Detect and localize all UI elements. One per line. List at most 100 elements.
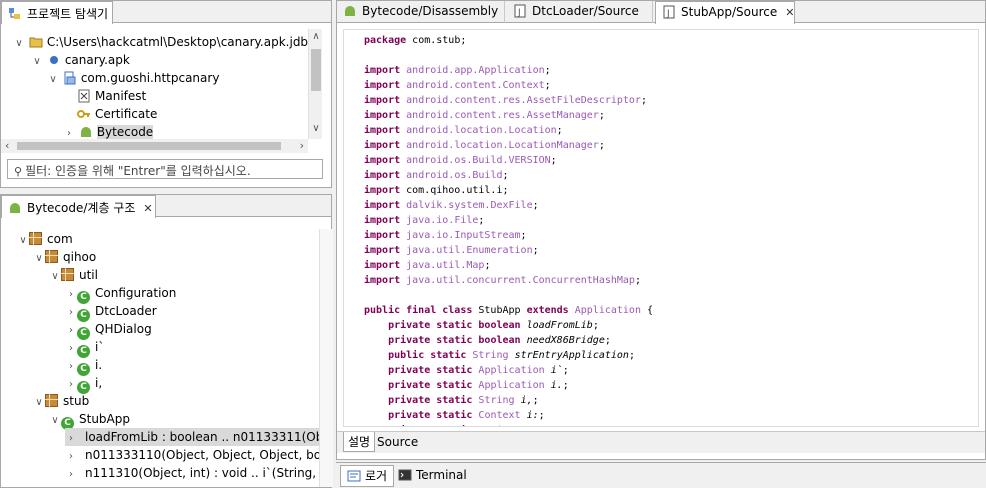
tree-item-path[interactable]: ∨ C:\Users\hackcatml\Desktop\canary.apk.… bbox=[13, 33, 323, 51]
tab-project-explorer[interactable]: 프로젝트 탐색기 bbox=[1, 1, 113, 24]
code-line[interactable]: private static Context i:; bbox=[364, 408, 653, 423]
code-line[interactable]: private static boolean needX86Bridge; bbox=[364, 333, 653, 348]
code-line[interactable]: import android.content.Context; bbox=[364, 78, 653, 93]
tree-item-manifest[interactable]: Manifest bbox=[77, 87, 146, 105]
manifest-icon bbox=[78, 89, 90, 103]
code-token: android.os.Build bbox=[406, 170, 503, 181]
tree-item-class[interactable]: › Ci, bbox=[65, 374, 102, 394]
code-token: java.util.Map bbox=[406, 260, 485, 271]
scroll-left-icon[interactable]: ‹ bbox=[5, 139, 9, 152]
code-line[interactable]: import java.io.InputStream; bbox=[364, 228, 653, 243]
code-line[interactable]: private static Application i`; bbox=[364, 363, 653, 378]
code-line[interactable]: private static String bbox=[364, 423, 653, 426]
scroll-up-icon[interactable]: ∧ bbox=[310, 31, 322, 42]
tab-stubapp-source[interactable]: J StubApp/Source ✕ bbox=[655, 1, 795, 24]
tree-item-stubapp[interactable]: ∨ C StubApp bbox=[49, 410, 130, 430]
chevron-right-icon[interactable]: › bbox=[65, 466, 77, 484]
tab-description[interactable]: 설명 bbox=[343, 432, 376, 452]
chevron-down-icon[interactable]: ∨ bbox=[33, 394, 45, 412]
tree-item-stub[interactable]: ∨ stub bbox=[33, 392, 89, 410]
project-tree: ∨ C:\Users\hackcatml\Desktop\canary.apk.… bbox=[1, 29, 331, 139]
code-token: private static bbox=[388, 425, 472, 426]
chevron-down-icon[interactable]: ∨ bbox=[47, 71, 59, 89]
filter-input[interactable]: ⚲ 필터: 인증을 위해 "Entrer"를 입력하십시오. bbox=[7, 159, 323, 179]
code-line[interactable]: import java.util.Enumeration; bbox=[364, 243, 653, 258]
code-line[interactable]: import dalvik.system.DexFile; bbox=[364, 198, 653, 213]
code-line[interactable]: import android.location.LocationManager; bbox=[364, 138, 653, 153]
chevron-down-icon[interactable]: ∨ bbox=[49, 268, 61, 286]
tree-item-class[interactable]: › C QHDialog bbox=[65, 320, 152, 340]
tree-item-class[interactable]: › Ci` bbox=[65, 338, 104, 358]
tree-item-label: Manifest bbox=[95, 89, 147, 103]
code-line[interactable] bbox=[364, 48, 653, 63]
tree-item-qihoo[interactable]: ∨ qihoo bbox=[33, 248, 96, 266]
scrollbar-thumb[interactable] bbox=[311, 49, 321, 91]
tree-item-bytecode[interactable]: › Bytecode bbox=[63, 123, 154, 139]
code-token: ; bbox=[478, 215, 485, 226]
code-line[interactable]: import java.io.File; bbox=[364, 213, 653, 228]
hierarchy-vertical-scrollbar[interactable] bbox=[319, 229, 333, 487]
tree-item-certificate[interactable]: Certificate bbox=[77, 105, 157, 123]
code-line[interactable]: public final class StubApp extends Appli… bbox=[364, 303, 653, 318]
scroll-down-icon[interactable]: ∨ bbox=[310, 123, 322, 134]
chevron-down-icon[interactable]: ∨ bbox=[31, 53, 43, 71]
code-line[interactable]: private static Application i.; bbox=[364, 378, 653, 393]
tab-logger[interactable]: 로거 bbox=[340, 465, 395, 487]
explorer-vertical-scrollbar[interactable]: ∧ ∨ bbox=[308, 29, 322, 139]
code-line[interactable]: import android.content.res.AssetFileDesc… bbox=[364, 93, 653, 108]
code-token: import bbox=[364, 230, 401, 241]
tree-item-apk[interactable]: ∨ canary.apk bbox=[31, 51, 129, 71]
explorer-icon bbox=[9, 8, 20, 19]
source-code[interactable]: package com.stub; import android.app.App… bbox=[364, 33, 653, 426]
code-editor[interactable]: package com.stub; import android.app.App… bbox=[343, 29, 979, 427]
code-line[interactable]: private static boolean loadFromLib; bbox=[364, 318, 653, 333]
tab-bytecode-disassembly[interactable]: Bytecode/Disassembly bbox=[337, 1, 505, 23]
code-token: ; bbox=[592, 320, 599, 331]
code-token: import bbox=[364, 260, 401, 271]
tree-item-util[interactable]: ∨ util bbox=[49, 266, 98, 284]
tree-item-member[interactable]: › n011333110(Object, Object, Object, boo bbox=[65, 446, 328, 464]
tree-item-class[interactable]: › C Configuration bbox=[65, 284, 176, 304]
chevron-down-icon[interactable]: ∨ bbox=[33, 250, 45, 268]
tree-item-class[interactable]: › Ci. bbox=[65, 356, 102, 376]
tree-item-package[interactable]: ∨ com.guoshi.httpcanary bbox=[47, 69, 219, 87]
code-line[interactable]: package com.stub; bbox=[364, 33, 653, 48]
scrollbar-thumb[interactable] bbox=[17, 142, 281, 150]
tab-dtcloader-source[interactable]: J DtcLoader/Source bbox=[507, 1, 653, 23]
explorer-horizontal-scrollbar[interactable]: ‹ › bbox=[1, 139, 308, 153]
scroll-right-icon[interactable]: › bbox=[300, 139, 304, 152]
code-line[interactable]: import android.os.Build.VERSION; bbox=[364, 153, 653, 168]
tree-item-com[interactable]: ∨ com bbox=[17, 230, 73, 248]
tab-source[interactable]: Source bbox=[373, 432, 422, 452]
code-line[interactable]: import android.app.Application; bbox=[364, 63, 653, 78]
tree-item-label: qihoo bbox=[63, 250, 97, 264]
code-token: import bbox=[364, 65, 401, 76]
tab-hierarchy[interactable]: Bytecode/계층 구조 ✕ bbox=[1, 195, 156, 218]
tree-item-member-selected[interactable]: › loadFromLib : boolean .. n01133311(Obj bbox=[65, 428, 327, 446]
code-token: java.util.Enumeration bbox=[406, 245, 533, 256]
chevron-down-icon[interactable]: ∨ bbox=[13, 35, 25, 53]
code-line[interactable]: import java.util.Map; bbox=[364, 258, 653, 273]
close-icon[interactable]: ✕ bbox=[143, 202, 152, 215]
code-line[interactable]: import android.location.Location; bbox=[364, 123, 653, 138]
code-line[interactable] bbox=[364, 288, 653, 303]
chevron-down-icon[interactable]: ∨ bbox=[49, 412, 61, 430]
close-icon[interactable]: ✕ bbox=[785, 6, 794, 19]
search-icon: ⚲ bbox=[14, 165, 23, 178]
project-explorer-panel: 프로젝트 탐색기 ∨ C:\Users\hackcatml\Desktop\ca… bbox=[0, 0, 332, 188]
code-token: ; bbox=[520, 230, 527, 241]
code-line[interactable]: private static String i,; bbox=[364, 393, 653, 408]
code-line[interactable]: import android.content.res.AssetManager; bbox=[364, 108, 653, 123]
code-line[interactable]: public static String strEntryApplication… bbox=[364, 348, 653, 363]
tree-item-class[interactable]: › C DtcLoader bbox=[65, 302, 157, 322]
chevron-right-icon[interactable]: › bbox=[63, 125, 75, 139]
chevron-down-icon[interactable]: ∨ bbox=[17, 232, 29, 250]
tab-terminal[interactable]: Terminal bbox=[392, 465, 473, 487]
code-line[interactable]: import android.os.Build; bbox=[364, 168, 653, 183]
code-line[interactable]: import com.qihoo.util.i; bbox=[364, 183, 653, 198]
code-line[interactable]: import java.util.concurrent.ConcurrentHa… bbox=[364, 273, 653, 288]
tree-item-member[interactable]: › n111310(Object, int) : void .. i`(Strin… bbox=[65, 464, 331, 482]
tab-label: Bytecode/Disassembly bbox=[362, 4, 499, 18]
